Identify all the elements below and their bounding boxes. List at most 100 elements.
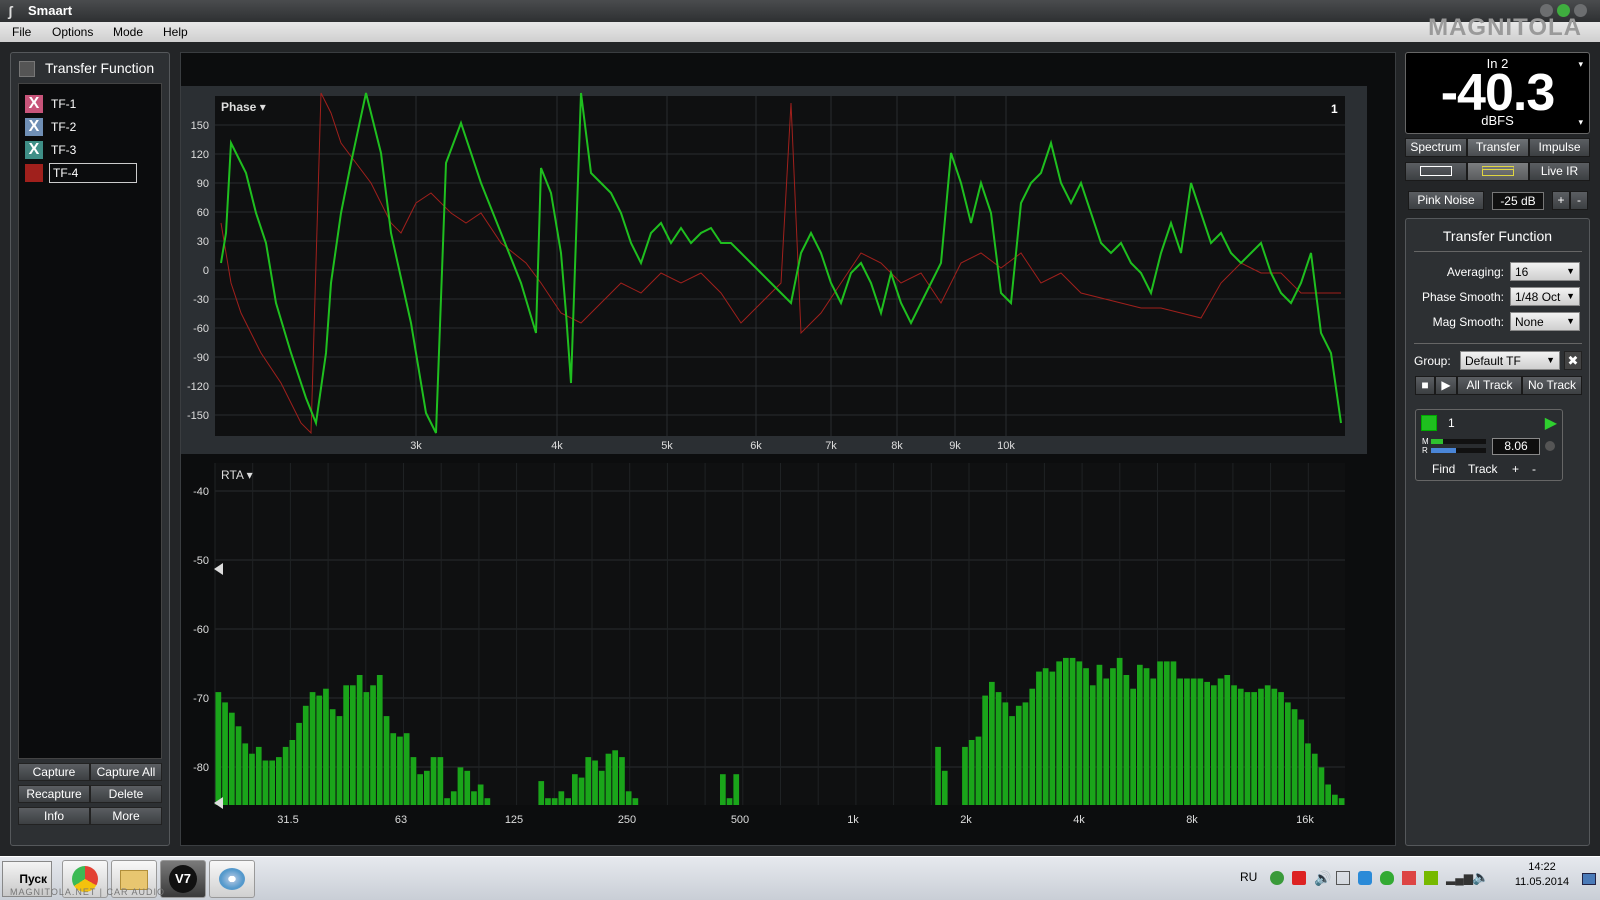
rta-bar bbox=[1150, 678, 1157, 805]
chevron-down-icon: ▼ bbox=[1566, 291, 1575, 301]
live-ir-button[interactable]: Live IR bbox=[1529, 162, 1590, 181]
delete-button[interactable]: Delete bbox=[90, 785, 162, 803]
shield-icon[interactable] bbox=[1380, 871, 1394, 885]
rta-bar bbox=[242, 743, 249, 805]
rta-y-tick: -40 bbox=[193, 486, 209, 498]
recapture-button[interactable]: Recapture bbox=[18, 785, 90, 803]
list-item-tf-3[interactable]: X TF-3 bbox=[23, 140, 157, 160]
capture-button[interactable]: Capture bbox=[18, 763, 90, 781]
list-item-tf-1[interactable]: X TF-1 bbox=[23, 94, 157, 114]
find-button[interactable]: Find bbox=[1432, 462, 1455, 476]
rta-bar bbox=[1049, 671, 1056, 805]
rta-bar bbox=[376, 675, 383, 805]
list-item-tf-2[interactable]: X TF-2 bbox=[23, 117, 157, 137]
capture-all-button[interactable]: Capture All bbox=[90, 763, 162, 781]
nvidia-icon[interactable] bbox=[1424, 871, 1438, 885]
track-button[interactable]: Track bbox=[1468, 462, 1498, 476]
signal-icon[interactable]: ▂▄▆ bbox=[1446, 871, 1473, 885]
measurement-color-swatch[interactable] bbox=[1421, 415, 1437, 431]
tab-impulse[interactable]: Impulse bbox=[1529, 138, 1590, 157]
language-indicator[interactable]: RU bbox=[1240, 870, 1257, 884]
list-item-tf-4[interactable]: TF-4 bbox=[23, 163, 157, 183]
phase-x-tick: 10k bbox=[997, 440, 1015, 452]
panel-header: Transfer Function bbox=[17, 59, 163, 79]
rta-bar bbox=[309, 692, 316, 805]
rta-bar bbox=[545, 798, 551, 805]
level-down-button[interactable]: - bbox=[1570, 191, 1588, 210]
skype-icon[interactable] bbox=[1358, 871, 1372, 885]
rta-bar bbox=[249, 753, 255, 805]
rta-bar bbox=[235, 726, 242, 805]
phase-y-tick: 150 bbox=[191, 120, 209, 132]
rta-bar bbox=[336, 716, 343, 805]
phase-x-tick: 5k bbox=[661, 440, 673, 452]
unit-dropdown-icon[interactable]: ▾ bbox=[1578, 117, 1583, 128]
collapse-checkbox[interactable] bbox=[19, 61, 35, 77]
rta-bar bbox=[329, 709, 336, 805]
rta-plot-title[interactable]: RTA ▾ bbox=[221, 468, 253, 482]
delay-plus-button[interactable]: + bbox=[1512, 462, 1519, 476]
tab-transfer[interactable]: Transfer bbox=[1467, 138, 1529, 157]
meter-unit: dBFS bbox=[1481, 113, 1514, 128]
delay-minus-button[interactable]: - bbox=[1532, 462, 1536, 476]
dual-pane-icon bbox=[1482, 166, 1514, 176]
tab-spectrum[interactable]: Spectrum bbox=[1405, 138, 1467, 157]
stop-button[interactable]: ■ bbox=[1415, 376, 1435, 395]
rta-bar bbox=[1002, 702, 1009, 805]
group-dropdown[interactable]: Default TF ▼ bbox=[1460, 351, 1560, 370]
tf-name-input[interactable]: TF-4 bbox=[49, 163, 137, 183]
phase-plot-title[interactable]: Phase ▾ bbox=[221, 100, 266, 114]
rta-bar bbox=[975, 736, 982, 805]
menu-help[interactable]: Help bbox=[163, 25, 188, 39]
rta-bar bbox=[1332, 794, 1338, 805]
measurement-card[interactable]: 1 ▶ M R 8.06 Find Track + - bbox=[1415, 409, 1563, 481]
network-icon[interactable] bbox=[1270, 871, 1284, 885]
input-level-meter[interactable]: In 2 -40.3 dBFS ▾ ▾ bbox=[1405, 52, 1590, 134]
phase-plot-area[interactable] bbox=[215, 96, 1345, 436]
visibility-toggle[interactable]: X bbox=[25, 95, 43, 113]
play-button[interactable]: ▶ bbox=[1435, 376, 1457, 395]
antivirus-icon[interactable] bbox=[1292, 871, 1306, 885]
mag-smooth-dropdown[interactable]: None ▼ bbox=[1510, 312, 1580, 331]
rta-bar bbox=[632, 798, 639, 805]
graph-area: 150 120 90 60 30 0 -30 -60 -90 -120 -150… bbox=[180, 52, 1396, 846]
visibility-toggle[interactable]: X bbox=[25, 141, 43, 159]
phase-x-tick: 8k bbox=[891, 440, 903, 452]
averaging-dropdown[interactable]: 16 ▼ bbox=[1510, 262, 1580, 281]
rta-bar bbox=[1009, 716, 1015, 805]
device-icon[interactable] bbox=[1336, 871, 1350, 885]
channel-dropdown-icon[interactable]: ▾ bbox=[1578, 59, 1583, 70]
dual-pane-button[interactable] bbox=[1467, 162, 1529, 181]
rta-bar bbox=[1298, 719, 1305, 805]
delay-field[interactable]: 8.06 bbox=[1492, 438, 1540, 455]
visibility-toggle[interactable]: X bbox=[25, 118, 43, 136]
rta-bar bbox=[289, 740, 296, 805]
group-settings-icon[interactable]: ✖ bbox=[1564, 351, 1582, 370]
taskbar-smaart[interactable]: V7 bbox=[160, 860, 206, 898]
taskbar-paint[interactable] bbox=[209, 860, 255, 898]
taskbar: Пуск V7 MAGNITOLA.NET | CAR AUDIO RU 🔊 ▂… bbox=[0, 856, 1600, 900]
rta-bar bbox=[1184, 678, 1190, 805]
speaker-icon[interactable]: 🔊 bbox=[1314, 870, 1331, 887]
play-icon[interactable]: ▶ bbox=[1545, 413, 1557, 433]
show-desktop-icon[interactable] bbox=[1582, 873, 1596, 885]
rta-bar bbox=[457, 767, 464, 805]
menu-mode[interactable]: Mode bbox=[113, 25, 143, 39]
level-up-button[interactable]: + bbox=[1552, 191, 1570, 210]
menu-options[interactable]: Options bbox=[52, 25, 93, 39]
more-button[interactable]: More bbox=[90, 807, 162, 825]
menu-file[interactable]: File bbox=[12, 25, 31, 39]
rta-bar bbox=[1244, 692, 1251, 805]
pink-noise-button[interactable]: Pink Noise bbox=[1408, 191, 1484, 210]
no-track-button[interactable]: No Track bbox=[1522, 376, 1582, 395]
all-track-button[interactable]: All Track bbox=[1457, 376, 1522, 395]
info-button[interactable]: Info bbox=[18, 807, 90, 825]
phase-smooth-dropdown[interactable]: 1/48 Oct ▼ bbox=[1510, 287, 1580, 306]
clock[interactable]: 14:22 11.05.2014 bbox=[1510, 861, 1574, 888]
single-pane-button[interactable] bbox=[1405, 162, 1467, 181]
rta-x-tick: 8k bbox=[1186, 814, 1198, 826]
volume-icon[interactable]: 🔈 bbox=[1472, 869, 1489, 886]
noise-level-field[interactable]: -25 dB bbox=[1492, 192, 1544, 210]
flag-icon[interactable] bbox=[1402, 871, 1416, 885]
visibility-toggle[interactable] bbox=[25, 164, 43, 182]
